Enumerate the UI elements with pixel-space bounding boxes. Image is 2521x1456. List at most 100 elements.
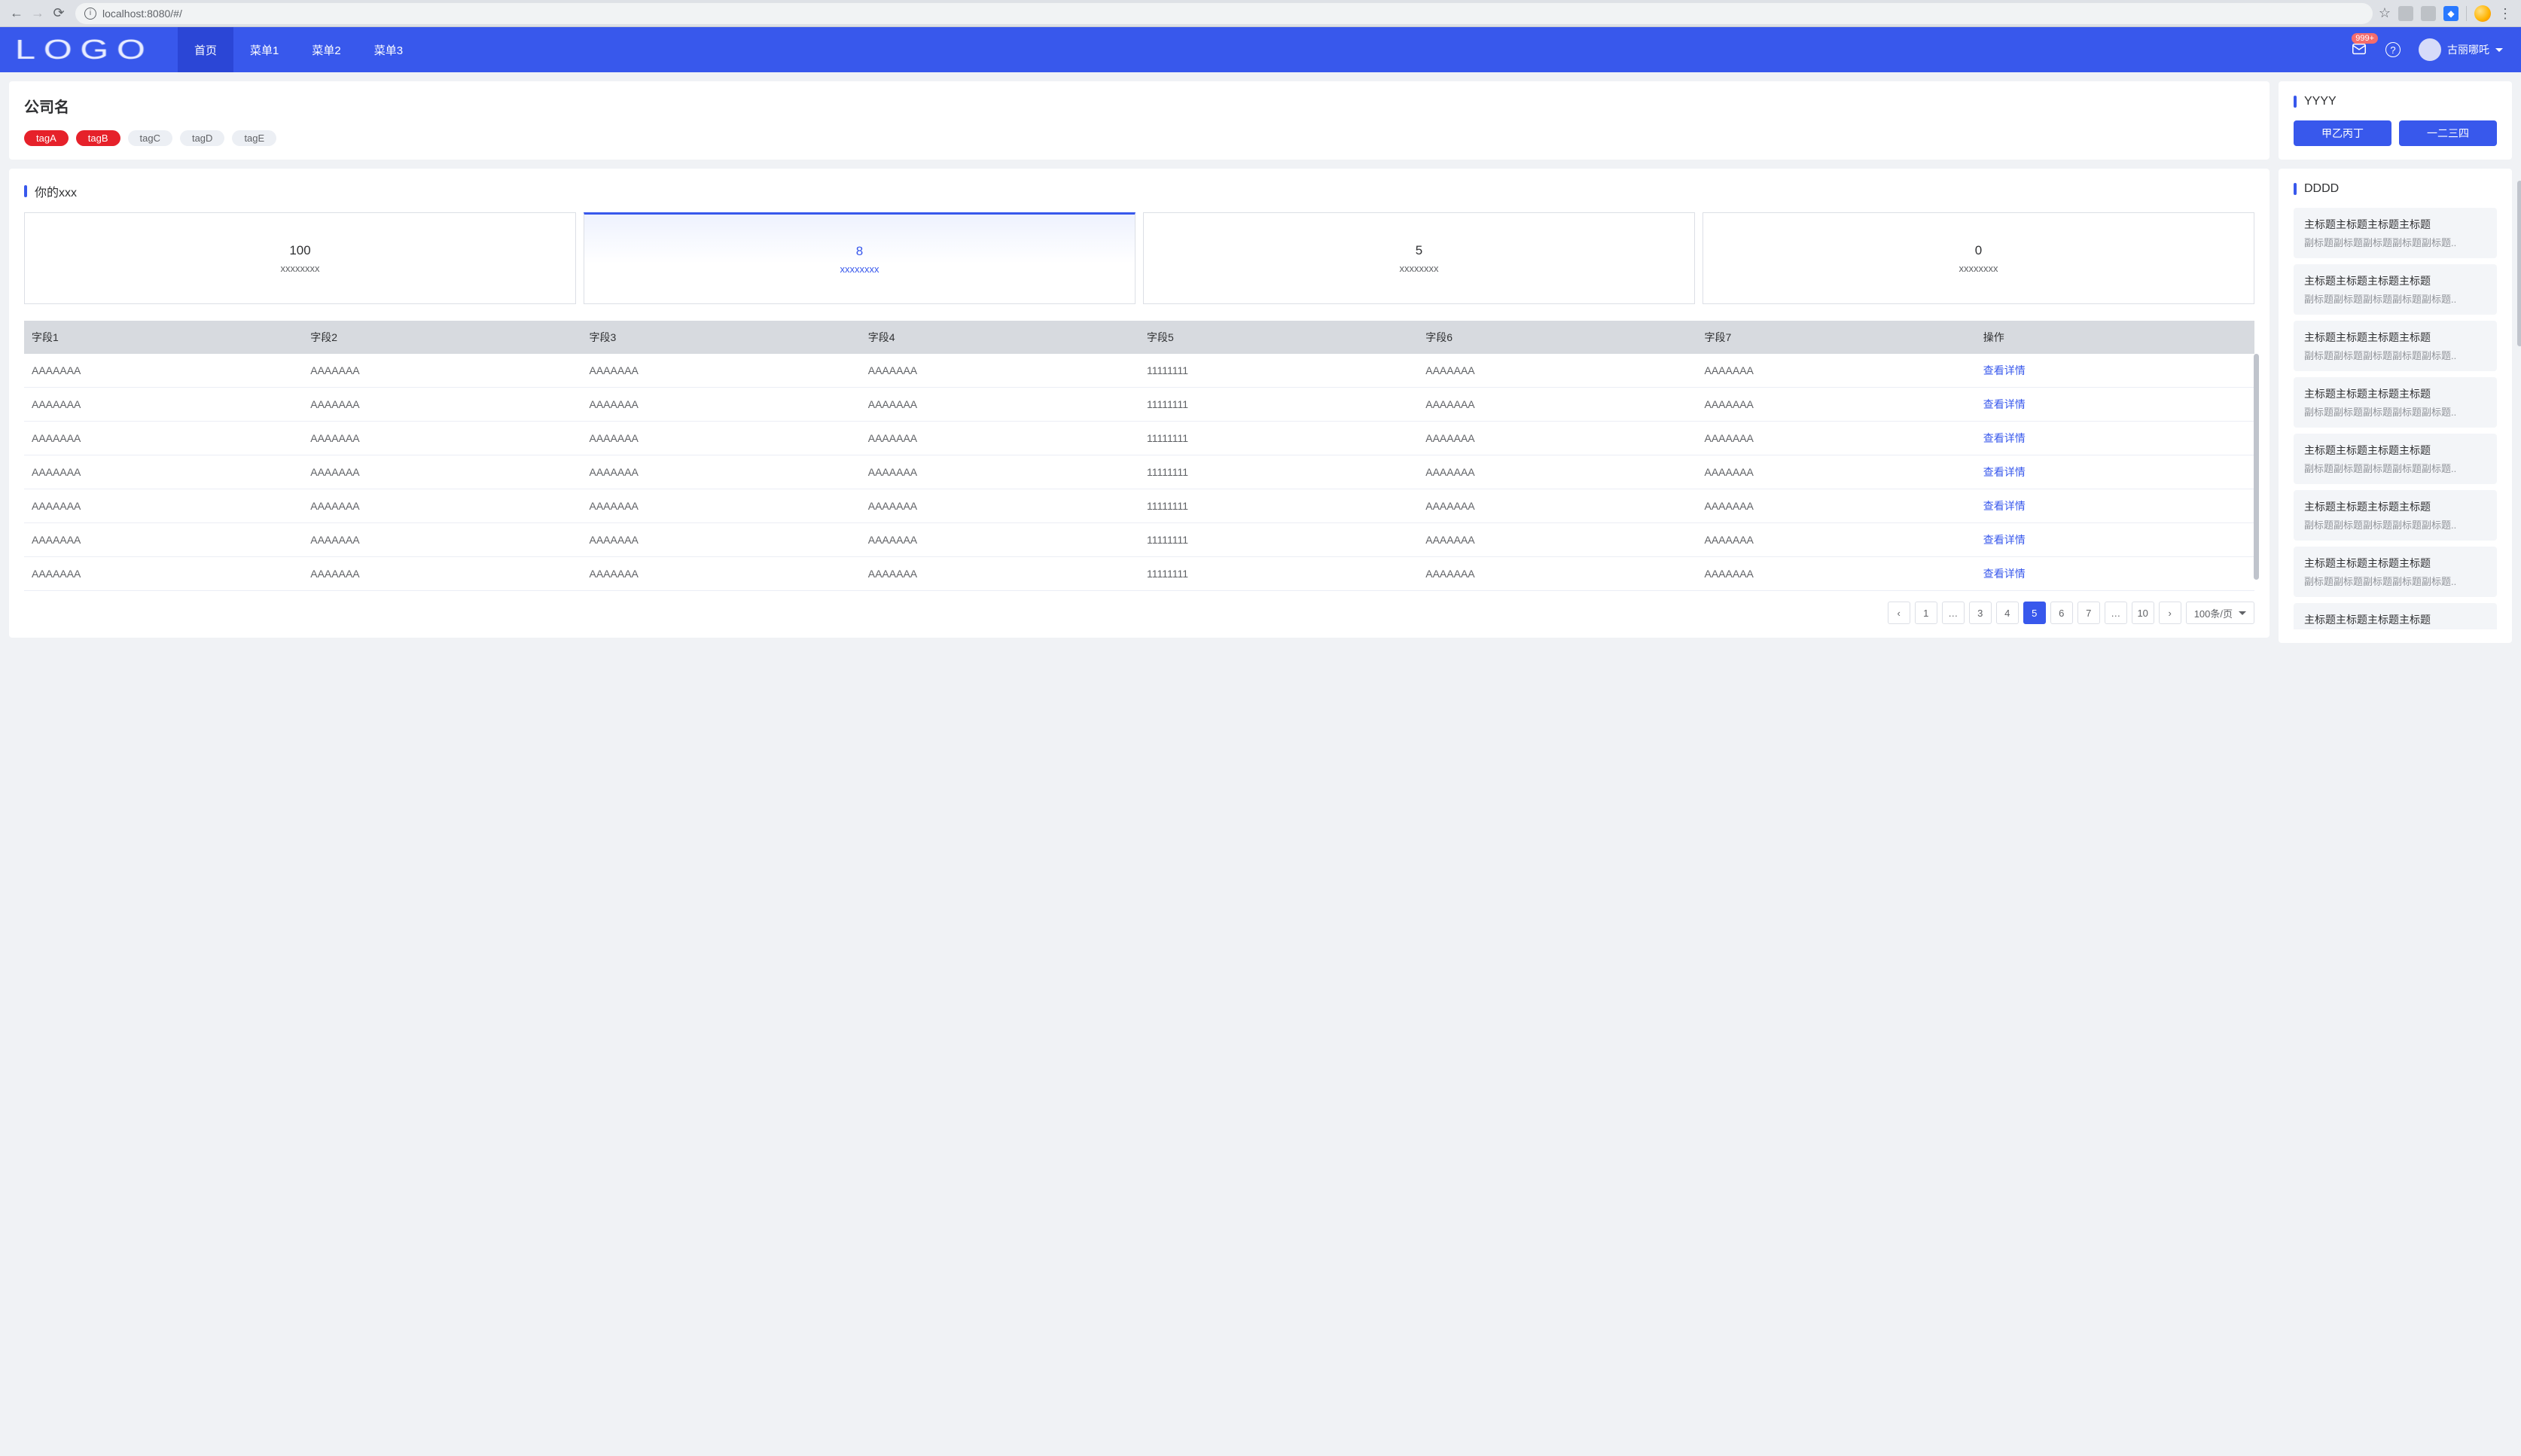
browser-back-button[interactable]: ← [6, 3, 27, 24]
top-menu-item-0[interactable]: 首页 [178, 27, 233, 72]
top-menu-item-1[interactable]: 菜单1 [233, 27, 295, 72]
main-card: 你的xxx 100xxxxxxxx8xxxxxxxx5xxxxxxxx0xxxx… [9, 169, 2270, 638]
pagination-size-select[interactable]: 100条/页 [2186, 602, 2254, 624]
panel-yyyy-button[interactable]: 一二三四 [2399, 120, 2497, 146]
table-cell: AAAAAAA [1418, 489, 1696, 523]
bookmark-star-icon[interactable]: ☆ [2379, 5, 2391, 21]
view-detail-link[interactable]: 查看详情 [1983, 432, 2026, 444]
table-cell: AAAAAAA [861, 354, 1139, 388]
list-item[interactable]: 主标题主标题主标题主标题副标题副标题副标题副标题副标题.. [2294, 603, 2497, 629]
extension-icon-1[interactable] [2398, 6, 2413, 21]
browser-forward-button[interactable]: → [27, 3, 48, 24]
panel-yyyy-title: YYYY [2294, 95, 2497, 108]
pagination-page[interactable]: 4 [1996, 602, 2019, 624]
stats-row: 100xxxxxxxx8xxxxxxxx5xxxxxxxx0xxxxxxxx [24, 212, 2254, 304]
extension-icon-3[interactable]: ◆ [2443, 6, 2459, 21]
browser-reload-button[interactable]: ⟳ [48, 3, 69, 24]
stat-card[interactable]: 8xxxxxxxx [584, 212, 1136, 304]
view-detail-link[interactable]: 查看详情 [1983, 534, 2026, 546]
list-item[interactable]: 主标题主标题主标题主标题副标题副标题副标题副标题副标题.. [2294, 547, 2497, 597]
table-cell: AAAAAAA [303, 489, 581, 523]
list-item-title: 主标题主标题主标题主标题 [2304, 556, 2486, 571]
table-cell: AAAAAAA [582, 354, 861, 388]
table-cell: AAAAAAA [24, 557, 303, 591]
panel-dddd-list: 主标题主标题主标题主标题副标题副标题副标题副标题副标题..主标题主标题主标题主标… [2294, 208, 2497, 629]
pagination-page[interactable]: 10 [2132, 602, 2154, 624]
top-menu-item-3[interactable]: 菜单3 [358, 27, 419, 72]
pagination-page[interactable]: 1 [1915, 602, 1937, 624]
stat-label: xxxxxxxx [840, 263, 879, 275]
list-item-title: 主标题主标题主标题主标题 [2304, 612, 2486, 627]
view-detail-link[interactable]: 查看详情 [1983, 500, 2026, 512]
pagination-next[interactable]: › [2159, 602, 2181, 624]
section-title-text: 你的xxx [35, 182, 77, 200]
panel-dddd-scrollbar[interactable] [2517, 181, 2521, 346]
pagination-page[interactable]: 5 [2023, 602, 2046, 624]
company-tag[interactable]: tagD [180, 130, 224, 146]
browser-menu-icon[interactable]: ⋮ [2498, 7, 2512, 20]
panel-yyyy-button[interactable]: 甲乙丙丁 [2294, 120, 2391, 146]
pagination-page[interactable]: 7 [2077, 602, 2100, 624]
company-tag[interactable]: tagE [232, 130, 276, 146]
table-cell: AAAAAAA [303, 557, 581, 591]
list-item-title: 主标题主标题主标题主标题 [2304, 330, 2486, 345]
view-detail-link[interactable]: 查看详情 [1983, 568, 2026, 580]
list-item-subtitle: 副标题副标题副标题副标题副标题.. [2304, 348, 2486, 362]
view-detail-link[interactable]: 查看详情 [1983, 364, 2026, 376]
site-info-icon[interactable]: i [84, 8, 96, 20]
table-cell: 11111111 [1139, 422, 1418, 455]
browser-url: localhost:8080/#/ [102, 8, 182, 20]
app-header: LOGO 首页菜单1菜单2菜单3 999+ ? 古丽哪吒 [0, 27, 2521, 72]
company-tag[interactable]: tagB [76, 130, 120, 146]
list-item[interactable]: 主标题主标题主标题主标题副标题副标题副标题副标题副标题.. [2294, 264, 2497, 315]
mail-button[interactable]: 999+ [2351, 41, 2367, 59]
stat-number: 0 [1975, 243, 1982, 258]
top-menu-item-2[interactable]: 菜单2 [295, 27, 357, 72]
stat-card[interactable]: 100xxxxxxxx [24, 212, 576, 304]
table-cell: AAAAAAA [861, 557, 1139, 591]
panel-yyyy-buttons: 甲乙丙丁一二三四 [2294, 120, 2497, 146]
table-cell: AAAAAAA [861, 523, 1139, 557]
list-item[interactable]: 主标题主标题主标题主标题副标题副标题副标题副标题副标题.. [2294, 321, 2497, 371]
pagination-ellipsis: … [2105, 602, 2127, 624]
list-item-title: 主标题主标题主标题主标题 [2304, 499, 2486, 514]
company-tag[interactable]: tagC [128, 130, 172, 146]
panel-dddd: DDDD 主标题主标题主标题主标题副标题副标题副标题副标题副标题..主标题主标题… [2279, 169, 2512, 643]
stat-card[interactable]: 5xxxxxxxx [1143, 212, 1695, 304]
chevron-down-icon [2495, 48, 2503, 52]
table-scrollbar[interactable] [2254, 354, 2259, 580]
pagination-page[interactable]: 3 [1969, 602, 1992, 624]
list-item-subtitle: 副标题副标题副标题副标题副标题.. [2304, 461, 2486, 475]
table-cell: AAAAAAA [303, 455, 581, 489]
table-cell: AAAAAAA [1697, 455, 1976, 489]
table-cell: AAAAAAA [582, 455, 861, 489]
company-tag[interactable]: tagA [24, 130, 69, 146]
browser-address-bar[interactable]: i localhost:8080/#/ [75, 3, 2373, 24]
logo[interactable]: LOGO [15, 34, 154, 65]
view-detail-link[interactable]: 查看详情 [1983, 466, 2026, 478]
user-menu[interactable]: 古丽哪吒 [2419, 38, 2503, 61]
table-header-cell: 字段2 [303, 321, 581, 354]
list-item[interactable]: 主标题主标题主标题主标题副标题副标题副标题副标题副标题.. [2294, 490, 2497, 541]
extension-icon-2[interactable] [2421, 6, 2436, 21]
pagination-prev[interactable]: ‹ [1888, 602, 1910, 624]
table-cell: AAAAAAA [1697, 388, 1976, 422]
browser-profile-avatar[interactable] [2474, 5, 2491, 22]
table-cell: AAAAAAA [1697, 354, 1976, 388]
list-item[interactable]: 主标题主标题主标题主标题副标题副标题副标题副标题副标题.. [2294, 377, 2497, 428]
table-cell: AAAAAAA [303, 354, 581, 388]
stat-card[interactable]: 0xxxxxxxx [1703, 212, 2254, 304]
table-cell: AAAAAAA [861, 489, 1139, 523]
pagination-page[interactable]: 6 [2050, 602, 2073, 624]
list-item-subtitle: 副标题副标题副标题副标题副标题.. [2304, 235, 2486, 249]
stat-number: 5 [1416, 243, 1422, 258]
table-row: AAAAAAAAAAAAAAAAAAAAAAAAAAAA11111111AAAA… [24, 557, 2254, 591]
list-item[interactable]: 主标题主标题主标题主标题副标题副标题副标题副标题副标题.. [2294, 434, 2497, 484]
table-cell: AAAAAAA [24, 388, 303, 422]
table-header-cell: 字段5 [1139, 321, 1418, 354]
table-cell: AAAAAAA [1697, 489, 1976, 523]
list-item-subtitle: 副标题副标题副标题副标题副标题.. [2304, 404, 2486, 419]
help-button[interactable]: ? [2385, 42, 2401, 57]
view-detail-link[interactable]: 查看详情 [1983, 398, 2026, 410]
list-item[interactable]: 主标题主标题主标题主标题副标题副标题副标题副标题副标题.. [2294, 208, 2497, 258]
